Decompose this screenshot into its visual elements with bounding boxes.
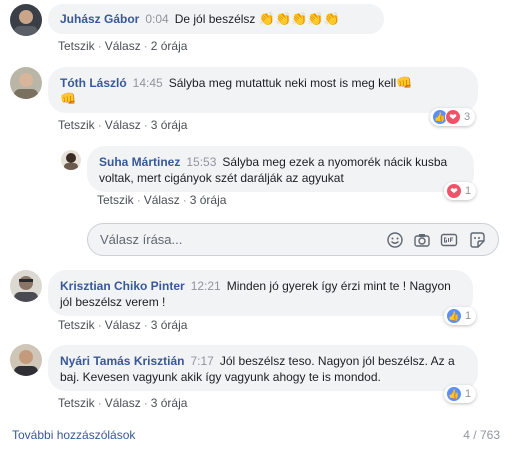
like-link[interactable]: Tetszik <box>58 39 95 53</box>
reply-link[interactable]: Válasz <box>105 39 141 53</box>
reply-link[interactable]: Válasz <box>105 396 141 410</box>
avatar[interactable] <box>10 67 42 99</box>
reaction-count: 3 <box>464 111 471 123</box>
comment-text: De jól beszélsz <box>174 12 256 26</box>
separator: · <box>143 396 148 410</box>
comment-actions: Tetszik · Válasz · 3 órája <box>58 318 187 332</box>
like-link[interactable]: Tetszik <box>97 193 134 207</box>
comment-time[interactable]: 14:45 <box>133 76 163 90</box>
comment-bubble: Nyári Tamás Krisztián 7:17 Jól beszélsz te… <box>48 345 478 391</box>
separator: · <box>136 193 141 207</box>
camera-icon[interactable] <box>413 231 431 249</box>
comment-time[interactable]: 7:17 <box>191 354 214 368</box>
fist-emoji: 👊 <box>396 75 413 90</box>
sticker-icon[interactable] <box>468 231 486 249</box>
love-icon: ❤ <box>445 109 461 125</box>
comment-actions: Tetszik · Válasz · 3 órája <box>58 118 187 132</box>
comment-time[interactable]: 0:04 <box>145 12 168 26</box>
comment-time[interactable]: 15:53 <box>186 155 216 169</box>
comment-age[interactable]: 2 órája <box>151 39 188 53</box>
fist-emoji: 👊 <box>60 91 77 106</box>
like-link[interactable]: Tetszik <box>58 118 95 132</box>
reply-link[interactable]: Válasz <box>144 193 180 207</box>
comment-bubble: Suha Mártinez 15:53 Sályba meg ezek a nyom… <box>87 146 474 192</box>
reaction-count: 1 <box>465 388 472 400</box>
comment-bubble: Juhász Gábor 0:04 De jól beszélsz 👏👏👏👏👏 <box>48 4 384 34</box>
reply-placeholder: Válasz írása... <box>100 232 183 247</box>
reply-input[interactable]: Válasz írása... <box>87 223 499 256</box>
comment-actions: Tetszik · Válasz · 2 órája <box>58 39 187 53</box>
comment-age[interactable]: 3 órája <box>151 318 188 332</box>
comment-age[interactable]: 3 órája <box>151 396 188 410</box>
comment-count: 4 / 763 <box>463 428 500 442</box>
comment-text: Sályba meg mutattuk neki most is meg kel… <box>168 76 397 90</box>
reaction-count: 1 <box>465 310 472 322</box>
reaction-summary[interactable]: 👍 1 <box>444 307 477 325</box>
separator: · <box>182 193 187 207</box>
separator: · <box>97 318 102 332</box>
avatar[interactable] <box>61 150 81 170</box>
reply-link[interactable]: Válasz <box>105 118 141 132</box>
author-name[interactable]: Nyári Tamás Krisztián <box>60 354 185 368</box>
comment-age[interactable]: 3 órája <box>151 118 188 132</box>
reaction-summary[interactable]: ❤ 1 <box>444 182 477 200</box>
avatar[interactable] <box>10 270 42 302</box>
separator: · <box>143 118 148 132</box>
comment-age[interactable]: 3 órája <box>190 193 227 207</box>
avatar[interactable] <box>10 344 42 376</box>
reaction-summary[interactable]: 👍 1 <box>444 385 477 403</box>
comment-bubble: Tóth László 14:45 Sályba meg mutattuk neki… <box>48 67 478 113</box>
clap-emoji: 👏👏👏👏👏 <box>258 11 340 26</box>
comment-actions: Tetszik · Válasz · 3 órája <box>97 193 226 207</box>
reply-link[interactable]: Válasz <box>105 318 141 332</box>
separator: · <box>97 396 102 410</box>
comment-time[interactable]: 12:21 <box>191 279 221 293</box>
author-name[interactable]: Krisztian Chiko Pinter <box>60 279 185 293</box>
like-icon: 👍 <box>446 386 462 402</box>
separator: · <box>143 39 148 53</box>
avatar[interactable] <box>10 4 42 36</box>
author-name[interactable]: Tóth László <box>60 76 127 90</box>
author-name[interactable]: Juhász Gábor <box>60 12 139 26</box>
love-icon: ❤ <box>446 183 462 199</box>
comment-bubble: Krisztian Chiko Pinter 12:21 Minden jó gye… <box>48 270 473 316</box>
comment-actions: Tetszik · Válasz · 3 órája <box>58 396 187 410</box>
gif-icon[interactable] <box>440 231 458 249</box>
like-icon: 👍 <box>446 308 462 324</box>
smiley-icon[interactable] <box>386 231 404 249</box>
separator: · <box>97 39 102 53</box>
reaction-summary[interactable]: 👍 ❤ 3 <box>430 108 476 126</box>
like-link[interactable]: Tetszik <box>58 396 95 410</box>
more-comments-link[interactable]: További hozzászólások <box>12 428 135 442</box>
like-link[interactable]: Tetszik <box>58 318 95 332</box>
separator: · <box>143 318 148 332</box>
separator: · <box>97 118 102 132</box>
author-name[interactable]: Suha Mártinez <box>99 155 180 169</box>
reaction-count: 1 <box>465 185 472 197</box>
